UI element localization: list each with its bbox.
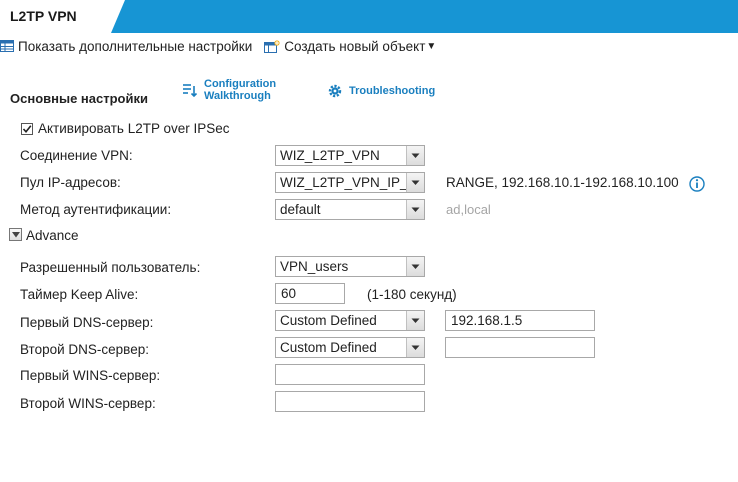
tab-l2tp-vpn[interactable]: L2TP VPN xyxy=(0,0,125,33)
enable-l2tp-checkbox[interactable] xyxy=(21,123,33,135)
tab-label: L2TP VPN xyxy=(10,8,77,24)
walkthrough-icon xyxy=(183,84,198,98)
auth-method-value: default xyxy=(280,202,321,217)
ip-pool-value: WIZ_L2TP_VPN_IP_A xyxy=(280,175,406,190)
troubleshooting-link[interactable]: Troubleshooting xyxy=(327,83,435,99)
wins1-input[interactable] xyxy=(275,364,425,385)
advance-toggle[interactable] xyxy=(9,228,22,241)
chevron-down-icon xyxy=(406,200,424,219)
auth-method-label: Метод аутентификации: xyxy=(20,202,172,217)
keepalive-input[interactable]: 60 xyxy=(275,283,345,304)
allowed-user-value: VPN_users xyxy=(280,259,349,274)
chevron-down-icon xyxy=(406,311,424,330)
keepalive-hint: (1-180 секунд) xyxy=(367,287,457,302)
new-object-icon xyxy=(264,39,280,53)
walkthrough-label-line2: Walkthrough xyxy=(204,90,271,102)
vpn-connection-value: WIZ_L2TP_VPN xyxy=(280,148,380,163)
info-icon[interactable] xyxy=(689,176,705,192)
wins2-label: Второй WINS-сервер: xyxy=(20,396,156,411)
walkthrough-label-line1: Configuration xyxy=(204,78,277,90)
troubleshooting-gear-icon xyxy=(328,84,342,98)
show-advanced-settings-button[interactable]: Показать дополнительные настройки xyxy=(0,39,252,54)
checkmark-icon xyxy=(22,125,32,134)
triangle-down-icon xyxy=(11,231,20,237)
dns1-label: Первый DNS-сервер: xyxy=(20,315,154,330)
vpn-connection-select[interactable]: WIZ_L2TP_VPN xyxy=(275,145,425,166)
enable-l2tp-label: Активировать L2TP over IPSec xyxy=(38,121,230,136)
dns2-address-input[interactable] xyxy=(445,337,595,358)
chevron-down-icon xyxy=(406,173,424,192)
caret-down-icon: ▼ xyxy=(426,40,437,52)
dns2-type-value: Custom Defined xyxy=(280,340,377,355)
chevron-down-icon xyxy=(406,338,424,357)
auth-method-select[interactable]: default xyxy=(275,199,425,220)
ip-pool-range-info: RANGE, 192.168.10.1-192.168.10.100 xyxy=(446,175,679,190)
chevron-down-icon xyxy=(406,146,424,165)
dns1-type-value: Custom Defined xyxy=(280,313,377,328)
create-object-label: Создать новый объект xyxy=(284,38,426,54)
allowed-user-label: Разрешенный пользователь: xyxy=(20,260,201,275)
toolbar: Показать дополнительные настройки Создат… xyxy=(0,36,448,56)
dns2-type-select[interactable]: Custom Defined xyxy=(275,337,425,358)
chevron-down-icon xyxy=(406,257,424,276)
table-icon xyxy=(0,40,14,52)
dns1-address-input[interactable]: 192.168.1.5 xyxy=(445,310,595,331)
wins2-input[interactable] xyxy=(275,391,425,412)
auth-method-hint: ad,local xyxy=(446,202,491,217)
ip-pool-label: Пул IP-адресов: xyxy=(20,175,121,190)
section-title: Основные настройки xyxy=(10,91,148,106)
tab-bar: L2TP VPN xyxy=(0,0,738,33)
dns1-type-select[interactable]: Custom Defined xyxy=(275,310,425,331)
troubleshooting-label: Troubleshooting xyxy=(349,85,436,97)
keepalive-label: Таймер Keep Alive: xyxy=(20,287,139,302)
show-advanced-label: Показать дополнительные настройки xyxy=(18,38,253,54)
ip-pool-select[interactable]: WIZ_L2TP_VPN_IP_A xyxy=(275,172,425,193)
configuration-walkthrough-link[interactable]: Configuration Walkthrough xyxy=(182,78,276,102)
dns2-label: Второй DNS-сервер: xyxy=(20,342,149,357)
wins1-label: Первый WINS-сервер: xyxy=(20,368,161,383)
create-object-button[interactable]: Создать новый объект ▼ xyxy=(264,39,436,54)
vpn-connection-label: Соединение VPN: xyxy=(20,148,133,163)
allowed-user-select[interactable]: VPN_users xyxy=(275,256,425,277)
advance-label: Advance xyxy=(26,228,79,243)
